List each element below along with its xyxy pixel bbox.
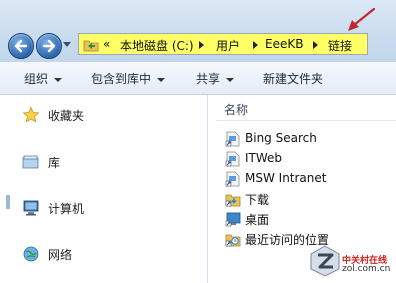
new-folder-button[interactable]: 新建文件夹 — [263, 70, 323, 87]
chevron-down-icon — [157, 77, 166, 82]
star-icon — [22, 106, 40, 123]
crumb-links[interactable]: 链接 — [328, 37, 352, 54]
list-item-label: 下载 — [245, 193, 270, 207]
crumb-separator[interactable] — [253, 41, 258, 49]
computer-icon — [23, 200, 39, 216]
column-header-name[interactable]: 名称 — [224, 101, 248, 118]
address-bar[interactable]: « 本地磁盘 (C:) 用户 EeeKB 链接 — [78, 33, 368, 55]
crumb-separator[interactable] — [313, 41, 318, 49]
include-in-library-label: 包含到库中 — [91, 72, 152, 86]
zol-logo-icon — [310, 245, 340, 277]
back-arrow-icon — [14, 39, 28, 53]
shortcut-file-icon — [225, 171, 240, 187]
include-in-library-menu[interactable]: 包含到库中 — [91, 70, 166, 87]
chevron-down-icon — [54, 77, 63, 82]
command-bar: 组织 包含到库中 共享 新建文件夹 — [0, 62, 396, 95]
organize-menu[interactable]: 组织 — [24, 70, 63, 87]
recent-places-shortcut-icon — [225, 234, 241, 247]
library-icon — [22, 155, 39, 169]
nav-libraries-label: 库 — [48, 156, 61, 170]
list-item-label: MSW Intranet — [245, 171, 327, 185]
watermark-domain: zol.com.cn — [342, 264, 391, 274]
share-menu[interactable]: 共享 — [196, 70, 235, 87]
crumb-separator[interactable] — [199, 41, 204, 49]
chevron-down-icon — [226, 77, 235, 82]
address-overflow[interactable]: « — [103, 37, 110, 51]
forward-arrow-icon — [42, 39, 56, 53]
network-icon — [23, 246, 39, 262]
nav-network-label: 网络 — [48, 248, 73, 262]
list-item-label: ITWeb — [245, 151, 283, 165]
selection-marker — [6, 195, 10, 209]
desktop-shortcut-icon — [225, 212, 241, 227]
back-button[interactable] — [8, 33, 34, 59]
list-item-label: Bing Search — [245, 131, 317, 145]
folder-arrow-icon — [83, 40, 99, 52]
forward-button[interactable] — [36, 33, 62, 59]
recent-pages-dropdown[interactable] — [63, 42, 71, 47]
shortcut-file-icon — [225, 131, 240, 147]
download-folder-shortcut-icon — [225, 194, 241, 207]
nav-favorites-label: 收藏夹 — [48, 109, 85, 123]
watermark: 中关村在线 zol.com.cn — [310, 245, 394, 279]
crumb-local-disk[interactable]: 本地磁盘 (C:) — [120, 37, 194, 54]
share-label: 共享 — [196, 72, 221, 86]
list-item-label: 桌面 — [245, 213, 270, 227]
shortcut-file-icon — [225, 151, 240, 167]
nav-computer-label: 计算机 — [48, 202, 85, 216]
crumb-users[interactable]: 用户 — [216, 37, 240, 54]
navigation-pane: 收藏夹 库 计算机 网络 — [0, 95, 208, 283]
column-divider — [216, 120, 396, 121]
organize-label: 组织 — [24, 72, 49, 86]
annotation-arrow-icon — [348, 7, 376, 31]
crumb-user[interactable]: EeeKB — [265, 37, 303, 51]
